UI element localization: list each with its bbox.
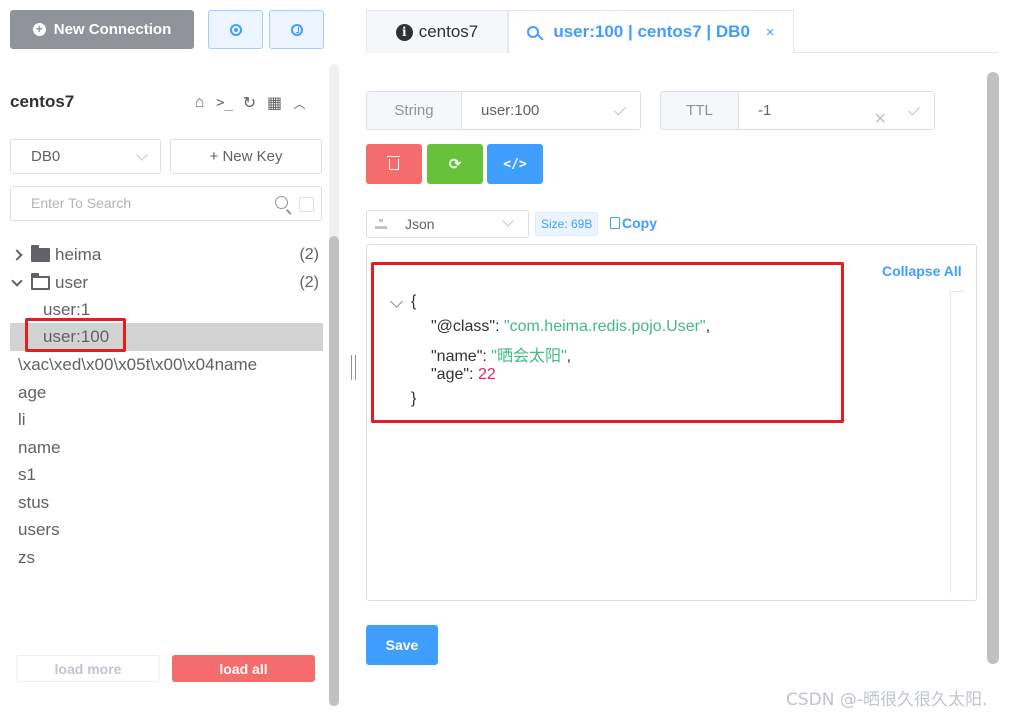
settings-button[interactable] (208, 10, 263, 49)
delete-icon (387, 155, 400, 170)
size-badge: Size: 69B (535, 212, 599, 236)
grid-icon[interactable]: ▦ (266, 93, 283, 113)
check-icon[interactable] (907, 103, 921, 116)
watermark: CSDN @-晒很久很久太阳. (786, 690, 988, 710)
gear-icon (229, 23, 242, 36)
tree-key[interactable]: zs (10, 544, 323, 572)
home-icon[interactable]: ⌂ (191, 94, 208, 112)
search-icon[interactable] (275, 196, 288, 209)
new-connection-button[interactable]: + New Connection (10, 10, 194, 49)
delete-button[interactable] (366, 144, 422, 184)
tree-key[interactable]: name (10, 434, 323, 462)
search-input[interactable]: Enter To Search (10, 186, 322, 221)
ttl-label: TTL (660, 91, 738, 130)
json-line: "@class": "com.heima.redis.pojo.User", (431, 318, 711, 335)
refresh-icon: ⟳ (448, 156, 462, 173)
folder-icon (31, 245, 50, 262)
tree-key[interactable]: \xac\xed\x00\x05t\x00\x04name (10, 351, 323, 379)
refresh-button[interactable]: ⟳ (427, 144, 483, 184)
left-scrollbar-thumb[interactable] (329, 236, 339, 706)
chevron-down-icon (502, 215, 514, 227)
history-button[interactable] (269, 10, 324, 49)
tree-key[interactable]: users (10, 516, 323, 544)
key-type-label: String (366, 91, 461, 130)
exact-search-checkbox[interactable] (299, 197, 314, 212)
refresh-icon[interactable]: ↻ (241, 93, 258, 113)
sitemap-icon (375, 219, 387, 229)
folder-open-icon (31, 273, 50, 290)
clear-icon[interactable]: ✕ (874, 101, 887, 138)
collapse-all-button[interactable]: Collapse All (882, 263, 962, 279)
tab-connection-info[interactable]: i centos7 (366, 10, 508, 53)
chevron-down-icon (11, 275, 23, 287)
view-code-button[interactable]: </> (487, 144, 543, 184)
new-key-label: + New Key (209, 148, 283, 165)
save-button[interactable]: Save (366, 625, 438, 665)
tree-folder[interactable]: user (2) (10, 269, 323, 297)
editor-scrollbar[interactable] (950, 291, 964, 593)
format-select[interactable]: Json (366, 210, 529, 238)
json-line: "age": 22 (431, 366, 496, 383)
load-more-button[interactable]: load more (16, 655, 160, 682)
tree-key[interactable]: li (10, 406, 323, 434)
ttl-input[interactable]: -1 ✕ (738, 91, 935, 130)
copy-button[interactable]: Copy (610, 215, 657, 231)
key-name-input[interactable]: user:100 (461, 91, 641, 130)
json-close-brace: } (411, 390, 417, 407)
tab-key-detail[interactable]: user:100 | centos7 | DB0 × (508, 10, 794, 53)
info-icon: i (395, 23, 413, 41)
code-icon: </> (503, 156, 527, 172)
load-all-button[interactable]: load all (172, 655, 315, 682)
tree-key[interactable]: age (10, 379, 323, 407)
chevron-down-icon (136, 149, 148, 161)
new-connection-label: New Connection (53, 21, 172, 38)
db-select[interactable]: DB0 (10, 139, 161, 174)
check-icon[interactable] (613, 103, 627, 116)
terminal-icon[interactable]: >_ (216, 95, 233, 111)
connection-name: centos7 (10, 92, 75, 111)
clock-icon (290, 23, 303, 36)
close-icon[interactable]: × (766, 24, 775, 41)
plus-circle-icon: + (32, 23, 46, 36)
json-line: "name": "晒会太阳", (431, 348, 572, 365)
key-icon (527, 26, 540, 38)
tree-folder[interactable]: heima (2) (10, 241, 323, 269)
highlight-box (25, 318, 126, 352)
right-scrollbar[interactable] (987, 72, 999, 664)
tree-key[interactable]: stus (10, 489, 323, 517)
left-scrollbar[interactable] (329, 64, 339, 707)
panel-splitter[interactable] (351, 355, 356, 380)
chevron-right-icon (11, 249, 23, 261)
document-icon (610, 217, 620, 229)
tree-key[interactable]: s1 (10, 461, 323, 489)
json-open-brace: { (411, 293, 417, 310)
chevron-up-icon[interactable]: ︿ (291, 95, 308, 112)
new-key-button[interactable]: + New Key (170, 139, 322, 174)
connection-actions: ⌂ >_ ↻ ▦ ︿ (191, 93, 308, 113)
